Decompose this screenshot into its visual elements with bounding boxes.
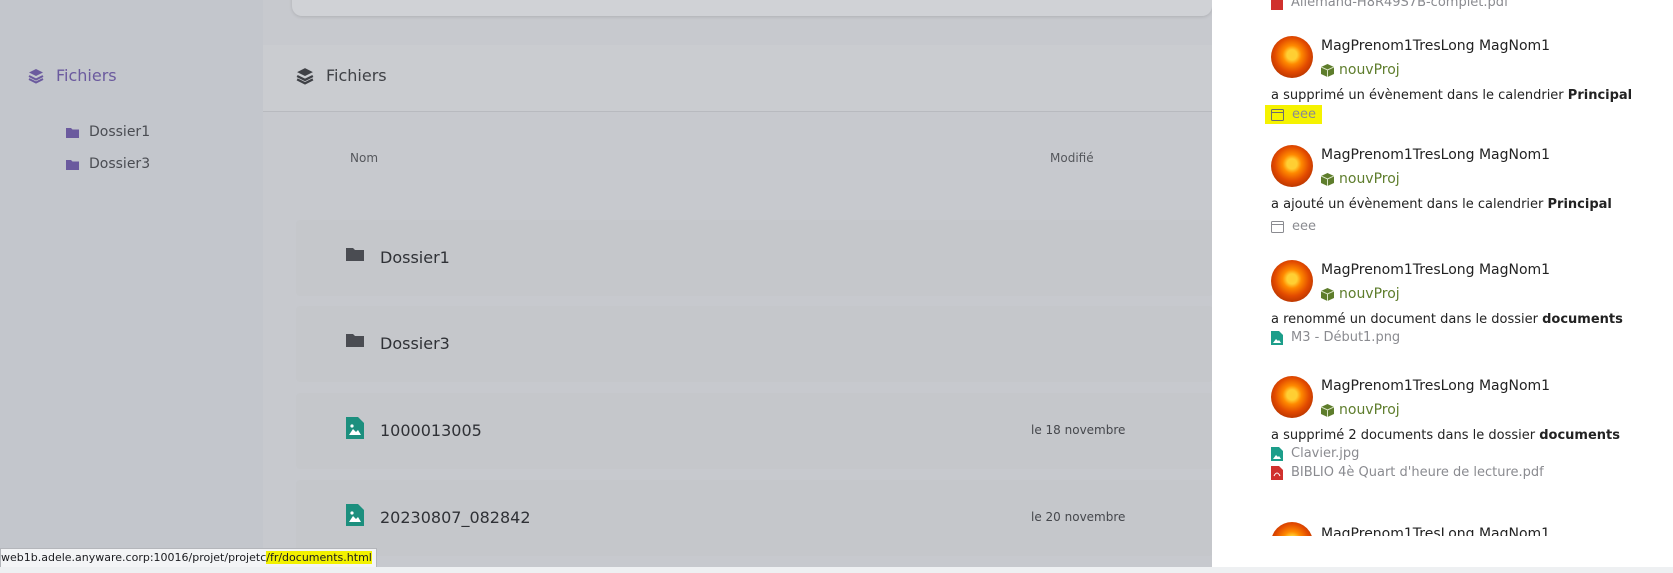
- sidebar-item-label: Dossier3: [89, 156, 151, 172]
- activity-project-label: nouvProj: [1339, 286, 1400, 302]
- page-title: Fichiers: [296, 66, 387, 85]
- activity-project[interactable]: nouvProj: [1321, 62, 1400, 78]
- pdf-file-icon: [1271, 465, 1283, 480]
- sidebar-item-dossier3[interactable]: Dossier3: [66, 156, 150, 172]
- activity-user[interactable]: MagPrenom1TresLong MagNom1: [1321, 526, 1550, 536]
- layers-icon: [28, 68, 44, 84]
- activity-description: a supprimé un évènement dans le calendri…: [1271, 88, 1632, 103]
- folder-icon: [346, 248, 364, 261]
- cube-icon: [1321, 63, 1334, 77]
- avatar: [1271, 522, 1313, 536]
- activity-event[interactable]: eee: [1265, 105, 1322, 124]
- activity-file[interactable]: BIBLIO 4è Quart d'heure de lecture.pdf: [1271, 465, 1544, 480]
- activity-description: a supprimé 2 documents dans le dossier d…: [1271, 428, 1620, 443]
- table-row[interactable]: Dossier3: [296, 306, 1213, 382]
- activity-item: MagPrenom1TresLong MagNom1: [1271, 522, 1651, 536]
- activity-file-name: Clavier.jpg: [1291, 446, 1360, 461]
- activity-user[interactable]: MagPrenom1TresLong MagNom1: [1321, 147, 1550, 163]
- table-row[interactable]: Dossier1: [296, 220, 1213, 296]
- table-row[interactable]: 1000013005 le 18 novembre: [296, 393, 1213, 469]
- event-name: eee: [1292, 219, 1316, 234]
- file-date: le 18 novembre: [1031, 423, 1126, 437]
- activity-file[interactable]: Clavier.jpg: [1271, 446, 1359, 461]
- activity-event[interactable]: eee: [1271, 219, 1316, 234]
- left-sidebar: [0, 0, 263, 573]
- activity-action: a ajouté un évènement dans le calendrier: [1271, 197, 1548, 212]
- event-name: eee: [1292, 107, 1316, 122]
- calendar-icon: [1271, 109, 1284, 121]
- activity-project[interactable]: nouvProj: [1321, 286, 1400, 302]
- calendar-icon: [1271, 221, 1284, 233]
- image-file-icon: [346, 417, 364, 439]
- avatar: [1271, 145, 1313, 187]
- activity-description: a ajouté un évènement dans le calendrier…: [1271, 197, 1612, 212]
- file-name: 1000013005: [380, 421, 482, 440]
- activity-action: a supprimé un évènement dans le calendri…: [1271, 88, 1568, 103]
- activity-target[interactable]: Principal: [1548, 197, 1612, 212]
- activity-file[interactable]: Allemand-H8R49S7B-complet.pdf: [1271, 0, 1509, 10]
- avatar: [1271, 260, 1313, 302]
- activity-file-name: Allemand-H8R49S7B-complet.pdf: [1291, 0, 1509, 10]
- activity-description: a renommé un document dans le dossier do…: [1271, 312, 1623, 327]
- folder-icon: [66, 127, 79, 138]
- url-highlight: /fr/documents.html: [266, 551, 372, 564]
- file-date: le 20 novembre: [1031, 510, 1126, 524]
- avatar: [1271, 36, 1313, 78]
- sidebar-item-label: Dossier1: [89, 124, 151, 140]
- image-file-icon: [1271, 446, 1283, 461]
- sidebar-title[interactable]: Fichiers: [28, 66, 117, 85]
- activity-user[interactable]: MagPrenom1TresLong MagNom1: [1321, 378, 1550, 394]
- activity-file[interactable]: M3 - Début1.png: [1271, 330, 1400, 345]
- image-file-icon: [1271, 330, 1283, 345]
- file-name: 20230807_082842: [380, 508, 531, 527]
- image-file-icon: [346, 504, 364, 526]
- table-row[interactable]: 20230807_082842 le 20 novembre: [296, 480, 1213, 556]
- pdf-file-icon: [1271, 0, 1283, 10]
- activity-target[interactable]: documents: [1539, 428, 1620, 443]
- activity-project-label: nouvProj: [1339, 402, 1400, 418]
- file-name: Dossier1: [380, 248, 450, 267]
- cube-icon: [1321, 403, 1334, 417]
- sidebar-title-label: Fichiers: [56, 66, 117, 85]
- column-header-modified[interactable]: Modifié: [1050, 151, 1094, 165]
- folder-icon: [346, 334, 364, 347]
- main-header: [263, 45, 1213, 112]
- cube-icon: [1321, 172, 1334, 186]
- url-prefix: web1b.adele.anyware.corp:10016/projet/pr…: [1, 551, 267, 564]
- column-header-name[interactable]: Nom: [350, 151, 378, 165]
- file-name: Dossier3: [380, 334, 450, 353]
- layers-icon: [296, 67, 314, 85]
- activity-target[interactable]: documents: [1542, 312, 1623, 327]
- page-title-label: Fichiers: [326, 66, 387, 85]
- activity-project[interactable]: nouvProj: [1321, 171, 1400, 187]
- sidebar-item-dossier1[interactable]: Dossier1: [66, 124, 150, 140]
- folder-icon: [66, 159, 79, 170]
- avatar: [1271, 376, 1313, 418]
- status-bar-url: web1b.adele.anyware.corp:10016/projet/pr…: [0, 548, 377, 568]
- activity-action: a supprimé 2 documents dans le dossier: [1271, 428, 1540, 443]
- top-card: [292, 0, 1212, 16]
- activity-user[interactable]: MagPrenom1TresLong MagNom1: [1321, 262, 1550, 278]
- bottom-strip: [0, 567, 1673, 573]
- activity-project[interactable]: nouvProj: [1321, 402, 1400, 418]
- activity-target[interactable]: Principal: [1568, 88, 1632, 103]
- activity-file-name: BIBLIO 4è Quart d'heure de lecture.pdf: [1291, 465, 1544, 480]
- activity-project-label: nouvProj: [1339, 171, 1400, 187]
- highlighted-event: eee: [1265, 105, 1322, 124]
- activity-user[interactable]: MagPrenom1TresLong MagNom1: [1321, 38, 1550, 54]
- activity-project-label: nouvProj: [1339, 62, 1400, 78]
- cube-icon: [1321, 287, 1334, 301]
- activity-file-name: M3 - Début1.png: [1291, 330, 1401, 345]
- activity-action: a renommé un document dans le dossier: [1271, 312, 1543, 327]
- activity-panel: Allemand-H8R49S7B-complet.pdf MagPrenom1…: [1212, 0, 1673, 573]
